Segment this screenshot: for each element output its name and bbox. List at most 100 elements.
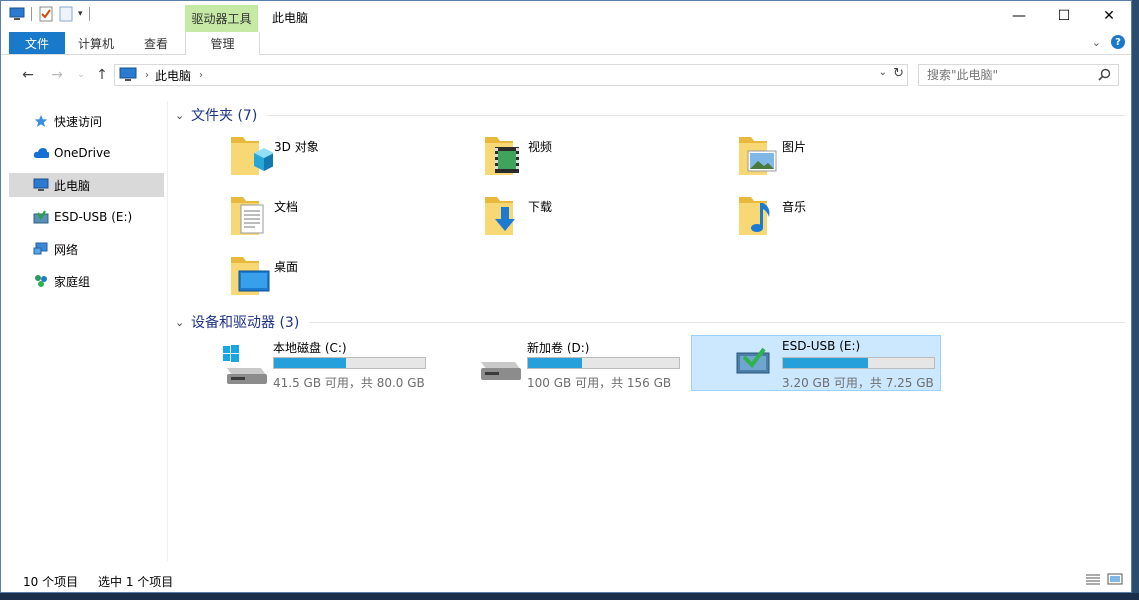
drive-usage-bar (527, 357, 680, 369)
drive-usage-bar (782, 357, 935, 369)
explorer-window: ▾ 驱动器工具 此电脑 — ☐ ✕ 文件 计算机 查看 管理 ⌄ ? ← → ⌄… (0, 0, 1132, 593)
folder-name: 下载 (528, 200, 553, 214)
chevron-down-icon: ⌄ (175, 108, 185, 122)
breadcrumb-this-pc[interactable]: 此电脑 (155, 67, 191, 84)
selected-count: 选中 1 个项目 (98, 575, 174, 589)
folder-videos[interactable]: 视频 (483, 131, 733, 187)
folder-name: 桌面 (274, 260, 299, 274)
nav-item-esd-usb[interactable]: ESD-USB (E:) (9, 205, 164, 229)
group-title: 设备和驱动器 (3) (191, 315, 300, 331)
new-folder-icon[interactable] (58, 6, 74, 22)
forward-button[interactable]: → (47, 65, 67, 85)
group-header-folders[interactable]: ⌄ 文件夹 (7) (175, 105, 1125, 125)
computer-icon (119, 66, 137, 85)
up-button[interactable]: ↑ (92, 65, 112, 85)
nav-item-network[interactable]: 网络 (9, 237, 164, 261)
folder-pictures[interactable]: 图片 (737, 131, 987, 187)
status-bar: 10 个项目 选中 1 个项目 (1, 569, 1131, 591)
arrow-left-icon: ← (22, 67, 34, 83)
tab-computer[interactable]: 计算机 (65, 32, 127, 54)
search-input[interactable] (927, 68, 1097, 82)
large-icons-view-icon[interactable] (1107, 572, 1123, 589)
help-icon[interactable]: ? (1111, 35, 1125, 49)
ribbon-controls: ⌄ ? (1092, 35, 1125, 49)
desktop-background-strip (1132, 0, 1139, 593)
nav-item-this-pc[interactable]: 此电脑 (9, 173, 164, 197)
breadcrumb-separator-icon[interactable]: › (145, 70, 149, 81)
window-title: 此电脑 (272, 11, 309, 25)
breadcrumb-separator-icon[interactable]: › (199, 70, 203, 81)
chevron-down-icon[interactable]: ⌄ (1092, 36, 1101, 49)
usb-setup-drive-icon (736, 345, 772, 389)
drive-e[interactable]: ESD-USB (E:) 3.20 GB 可用，共 7.25 GB (691, 335, 941, 391)
taskbar (0, 593, 1139, 600)
drive-name: 本地磁盘 (C:) (273, 341, 347, 355)
folder-3d-objects[interactable]: 3D 对象 (229, 131, 479, 187)
tab-file[interactable]: 文件 (9, 32, 65, 54)
arrow-right-icon: → (51, 67, 63, 83)
drive-free-space: 41.5 GB 可用，共 80.0 GB (273, 376, 425, 390)
folder-downloads[interactable]: 下载 (483, 191, 733, 247)
tab-view[interactable]: 查看 (127, 32, 185, 54)
close-button[interactable]: ✕ (1086, 1, 1132, 31)
arrow-up-icon: ↑ (96, 67, 108, 83)
navigation-row: ← → ⌄ ↑ › 此电脑 › ⌄ ↻ (1, 63, 1131, 87)
navigation-pane: 快速访问 OneDrive 此电脑 ESD-USB (E:) 网络 家庭组 (1, 101, 168, 561)
3d-objects-folder-icon (229, 131, 274, 179)
nav-item-label: 此电脑 (54, 178, 91, 193)
toolbar-separator (31, 7, 32, 21)
folder-name: 视频 (528, 140, 553, 154)
view-switcher (1085, 572, 1123, 589)
customize-toolbar-icon[interactable]: ▾ (78, 9, 83, 19)
drive-c[interactable]: 本地磁盘 (C:) 41.5 GB 可用，共 80.0 GB (215, 336, 465, 392)
desktop-folder-icon (229, 251, 273, 299)
item-count: 10 个项目 (23, 575, 79, 589)
back-button[interactable]: ← (18, 65, 38, 85)
search-box[interactable] (918, 64, 1119, 86)
downloads-folder-icon (483, 191, 527, 239)
address-bar[interactable]: › 此电脑 › ⌄ ↻ (114, 64, 908, 86)
minimize-button[interactable]: — (996, 1, 1042, 31)
tab-manage[interactable]: 管理 (185, 32, 260, 55)
nav-item-homegroup[interactable]: 家庭组 (9, 269, 164, 293)
nav-item-label: 网络 (54, 242, 79, 257)
folder-music[interactable]: 音乐 (737, 191, 987, 247)
group-header-drives[interactable]: ⌄ 设备和驱动器 (3) (175, 312, 1125, 332)
close-icon: ✕ (1103, 8, 1115, 24)
title-bar: ▾ 驱动器工具 此电脑 — ☐ ✕ (1, 1, 1131, 32)
drive-d[interactable]: 新加卷 (D:) 100 GB 可用，共 156 GB (469, 336, 719, 392)
pictures-folder-icon (737, 131, 781, 179)
drive-free-space: 100 GB 可用，共 156 GB (527, 376, 672, 390)
group-divider (309, 321, 1125, 323)
computer-icon (9, 6, 25, 22)
toolbar-separator (88, 7, 90, 21)
quick-access-toolbar: ▾ (9, 6, 92, 22)
nav-item-onedrive[interactable]: OneDrive (9, 141, 164, 165)
videos-folder-icon (483, 131, 527, 179)
properties-icon[interactable] (38, 6, 54, 22)
recent-locations-button[interactable]: ⌄ (71, 65, 91, 85)
computer-icon (33, 177, 49, 193)
folder-documents[interactable]: 文档 (229, 191, 479, 247)
refresh-icon[interactable]: ↻ (893, 66, 904, 81)
drive-tools-context-label: 驱动器工具 (185, 5, 258, 32)
folder-name: 3D 对象 (274, 140, 319, 154)
chevron-down-icon: ⌄ (175, 315, 185, 329)
drive-free-space: 3.20 GB 可用，共 7.25 GB (782, 376, 934, 390)
maximize-button[interactable]: ☐ (1041, 1, 1087, 31)
drive-usage-fill (528, 358, 583, 368)
minimize-icon: — (1012, 8, 1026, 24)
ribbon-tab-row: 文件 计算机 查看 管理 (1, 32, 1131, 55)
nav-item-quick-access[interactable]: 快速访问 (9, 109, 164, 133)
chevron-down-icon: ⌄ (77, 70, 85, 80)
maximize-icon: ☐ (1057, 8, 1071, 24)
usb-drive-icon (33, 209, 49, 225)
drive-usage-fill (274, 358, 347, 368)
address-dropdown-icon[interactable]: ⌄ (879, 67, 887, 78)
folder-name: 图片 (782, 140, 807, 154)
folder-desktop[interactable]: 桌面 (229, 251, 479, 307)
star-icon (33, 113, 49, 129)
network-icon (33, 241, 49, 257)
details-view-icon[interactable] (1085, 572, 1101, 589)
search-icon[interactable] (1098, 68, 1111, 84)
